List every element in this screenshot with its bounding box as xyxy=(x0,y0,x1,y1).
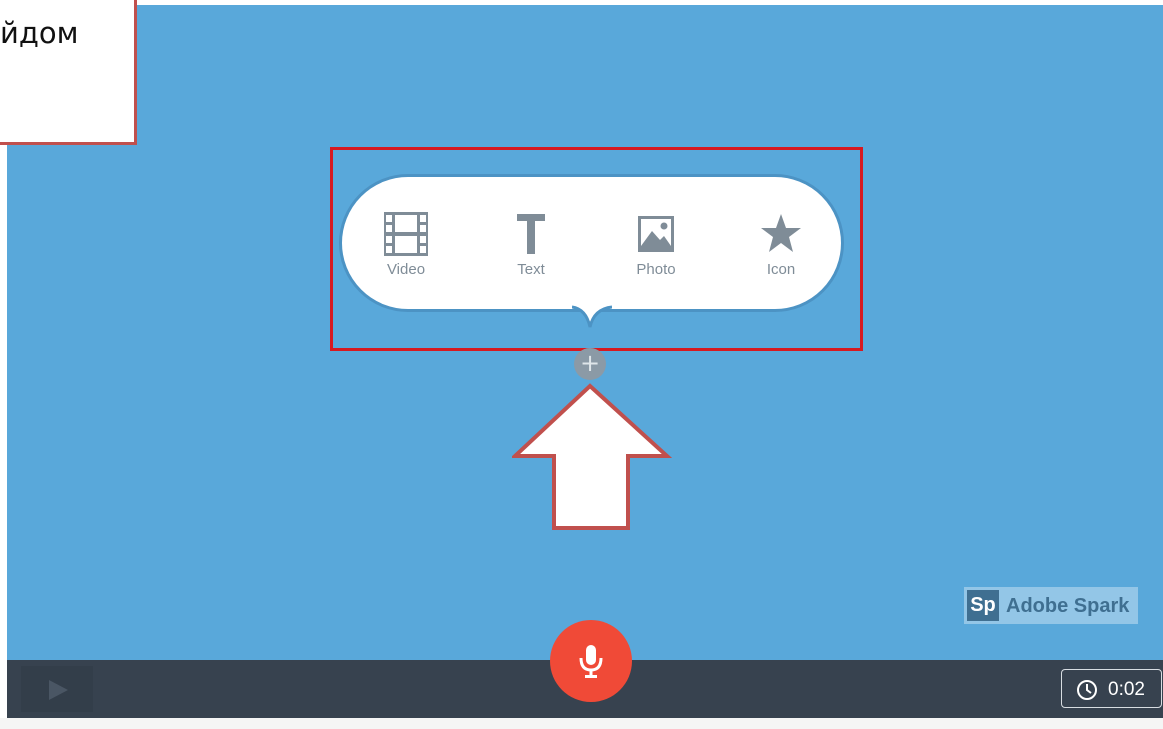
annotation-callout: йдом xyxy=(0,0,137,145)
adobe-spark-watermark: Sp Adobe Spark xyxy=(964,587,1138,624)
page-bottom-strip xyxy=(0,718,1163,729)
popup-highlight-frame xyxy=(330,147,863,351)
play-icon xyxy=(49,680,68,700)
duration-display[interactable]: 0:02 xyxy=(1061,669,1162,708)
add-element-button[interactable]: + xyxy=(574,348,606,380)
spark-logo-badge: Sp xyxy=(967,590,999,621)
record-voice-button[interactable] xyxy=(550,620,632,702)
annotation-callout-text: йдом xyxy=(0,16,79,50)
microphone-icon xyxy=(579,645,603,678)
spark-logo-text: Adobe Spark xyxy=(1006,595,1130,617)
play-button[interactable] xyxy=(21,666,93,712)
clock-icon xyxy=(1077,680,1097,700)
plus-icon: + xyxy=(579,349,601,377)
duration-text: 0:02 xyxy=(1108,679,1145,700)
up-arrow-annotation xyxy=(512,383,672,530)
